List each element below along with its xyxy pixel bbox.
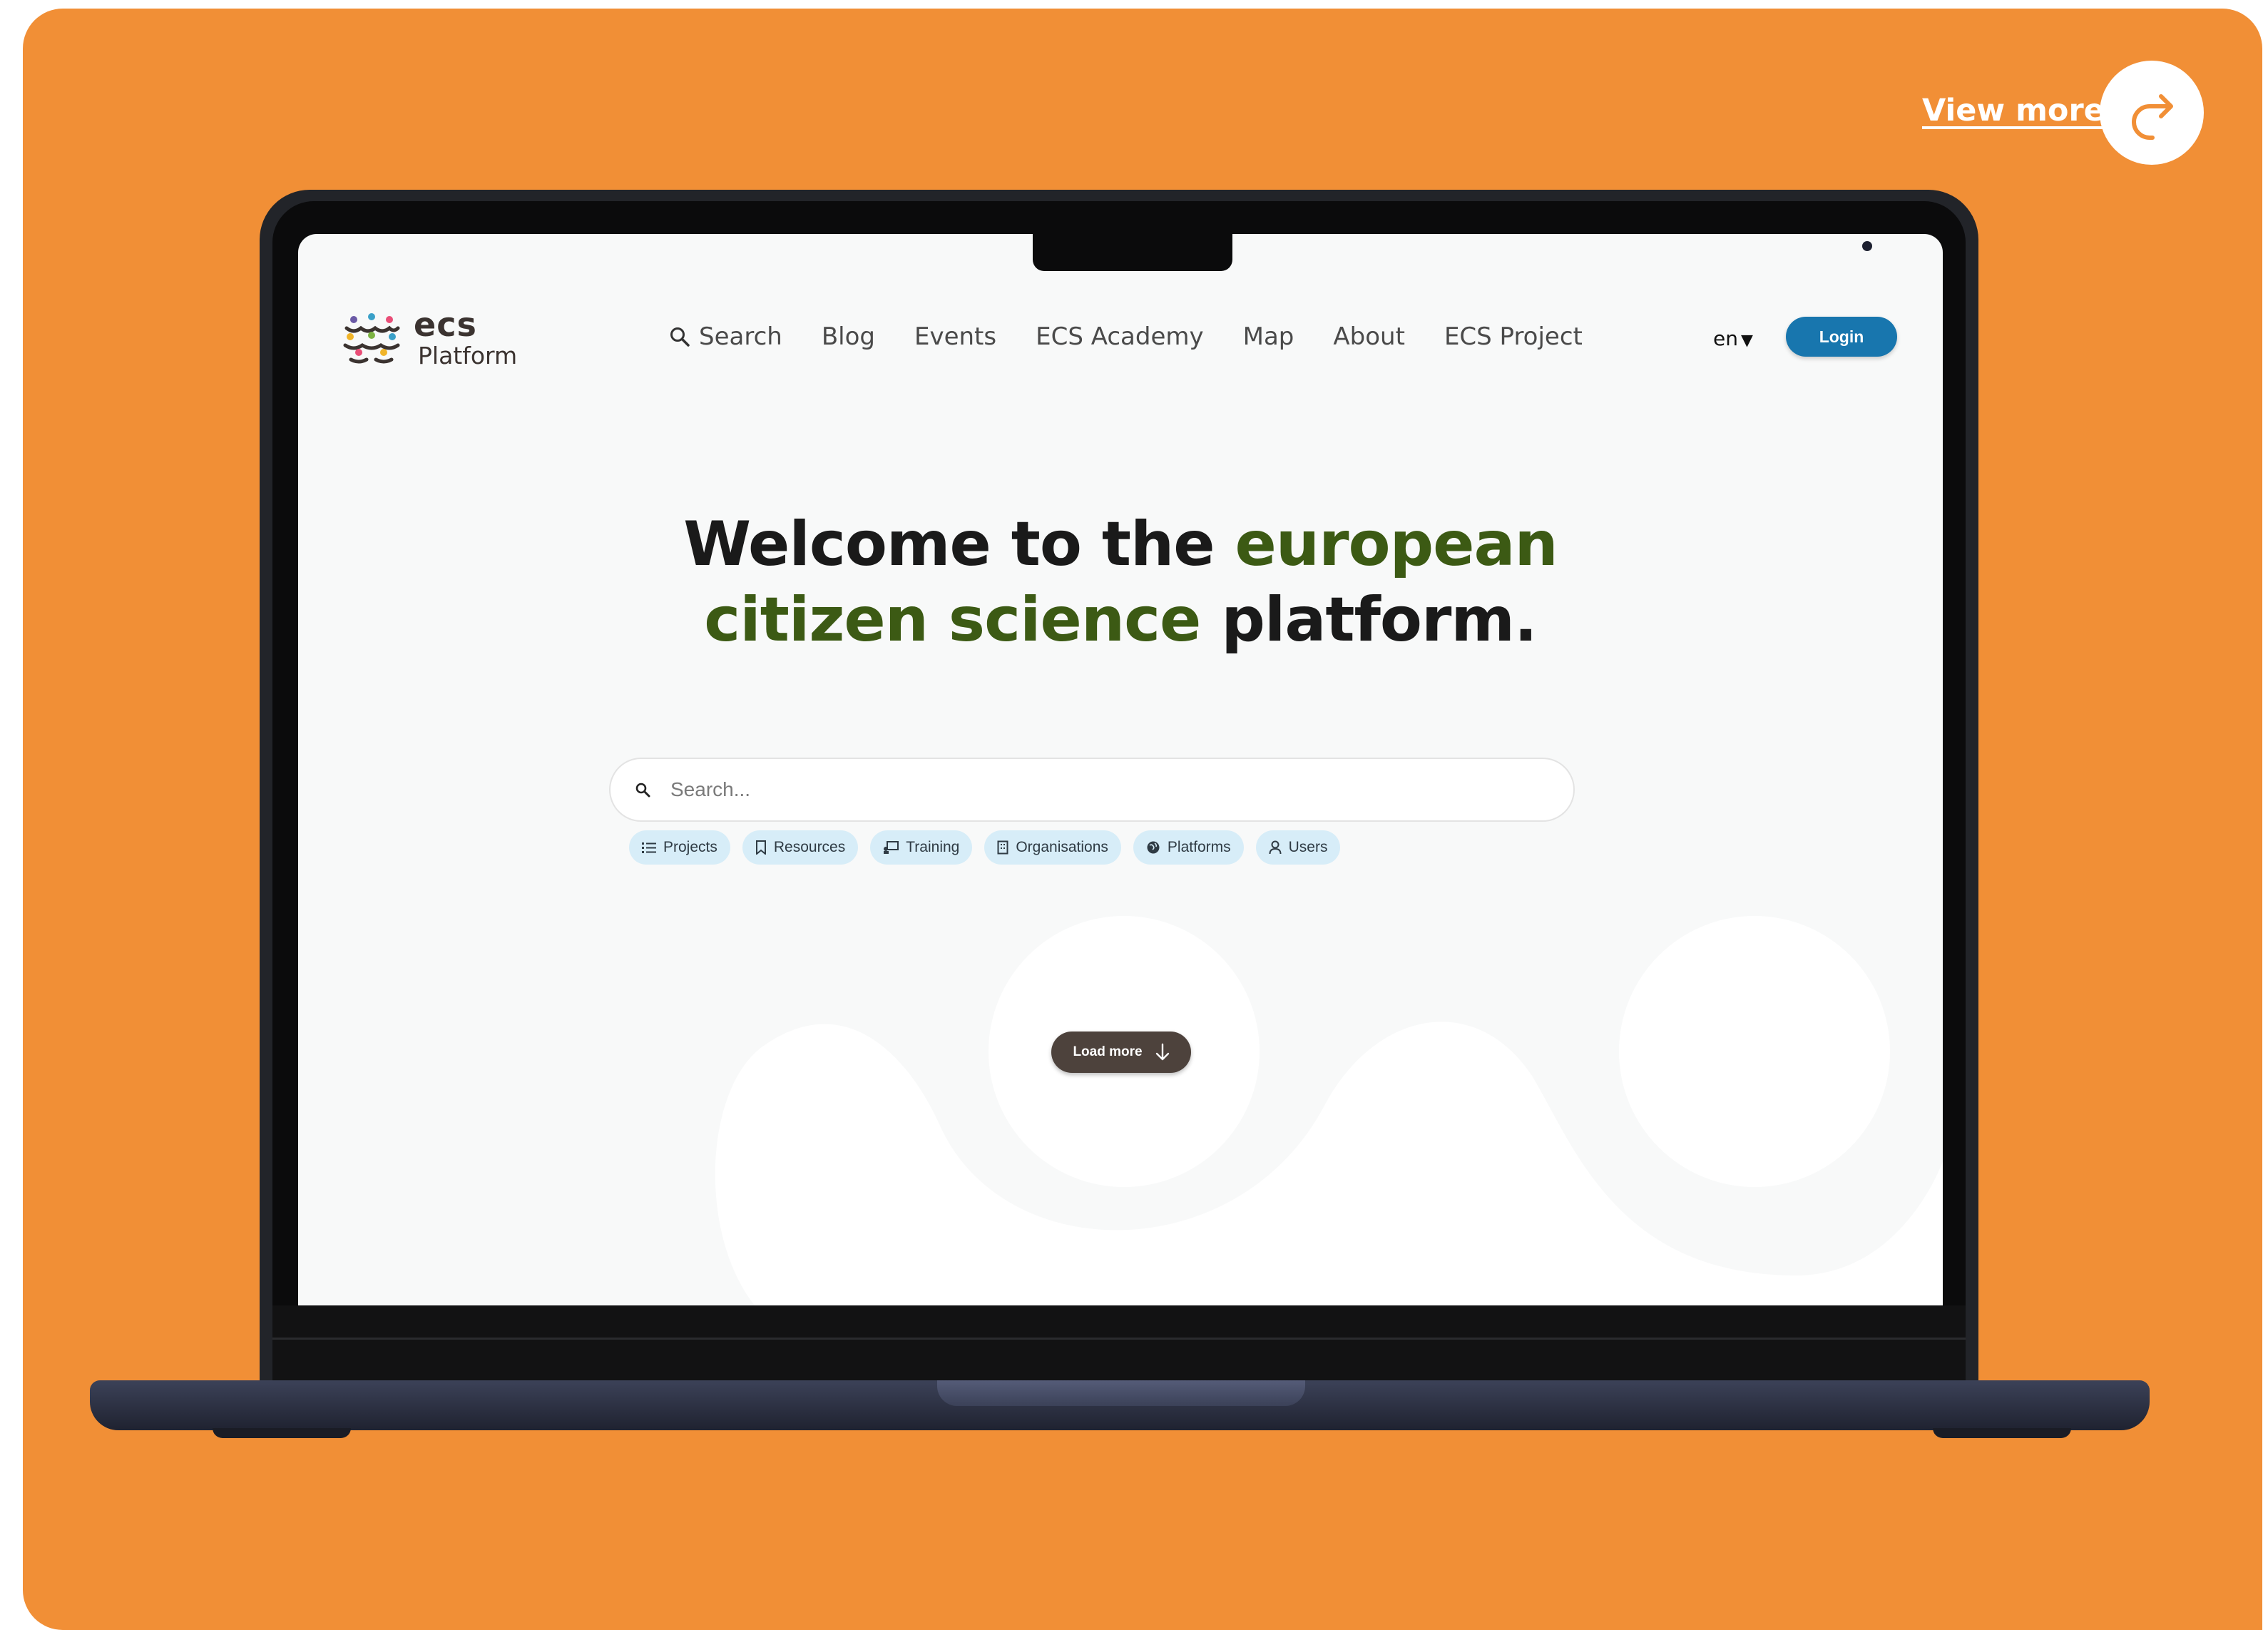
nav-project[interactable]: ECS Project bbox=[1444, 322, 1583, 351]
nav-blog[interactable]: Blog bbox=[822, 322, 875, 351]
camera-icon bbox=[1862, 241, 1872, 251]
load-more-label: Load more bbox=[1073, 1044, 1143, 1059]
chip-users[interactable]: Users bbox=[1255, 830, 1341, 865]
language-value: en bbox=[1713, 327, 1738, 350]
chip-label: Resources bbox=[773, 839, 846, 855]
chip-resources[interactable]: Resources bbox=[742, 830, 859, 865]
load-more-button[interactable]: Load more bbox=[1051, 1032, 1191, 1073]
laptop-screen: ecs Platform Search Blog Events ECS Acad… bbox=[298, 234, 1943, 1305]
chip-training[interactable]: Training bbox=[870, 830, 973, 865]
hero-text-3: citizen science bbox=[704, 584, 1201, 656]
search-icon bbox=[670, 327, 690, 347]
laptop-foot-right bbox=[1933, 1428, 2071, 1438]
logo-name: ecs bbox=[414, 305, 477, 344]
chip-platforms[interactable]: Platforms bbox=[1133, 830, 1244, 865]
ecs-logo[interactable]: ecs Platform bbox=[341, 308, 517, 367]
bookmark-icon bbox=[755, 840, 766, 855]
nav-about[interactable]: About bbox=[1333, 322, 1405, 351]
login-button[interactable]: Login bbox=[1786, 317, 1897, 357]
camera-notch bbox=[1033, 234, 1872, 271]
search-input[interactable] bbox=[669, 778, 1528, 802]
nav-academy[interactable]: ECS Academy bbox=[1036, 322, 1204, 351]
chip-organisations[interactable]: Organisations bbox=[984, 830, 1121, 865]
logo-text: ecs Platform bbox=[414, 308, 517, 367]
caret-down-icon: ▼ bbox=[1740, 332, 1753, 350]
nav-search-label: Search bbox=[699, 322, 782, 351]
view-more-button[interactable] bbox=[2100, 61, 2204, 165]
nav-map[interactable]: Map bbox=[1243, 322, 1294, 351]
search-filter-chips: Projects Resources Training Organisation… bbox=[629, 830, 1341, 865]
hero-text-4: platform. bbox=[1200, 584, 1537, 656]
nav-search[interactable]: Search bbox=[669, 322, 782, 351]
language-selector[interactable]: en ▼ bbox=[1713, 327, 1753, 350]
share-arrow-icon bbox=[2132, 94, 2173, 140]
building-icon bbox=[997, 840, 1008, 855]
main-nav: Search Blog Events ECS Academy Map About… bbox=[669, 322, 1583, 351]
hero-text-1: Welcome to the bbox=[683, 509, 1235, 580]
chip-label: Projects bbox=[663, 839, 717, 855]
chip-label: Platforms bbox=[1167, 839, 1231, 855]
laptop-foot-left bbox=[213, 1428, 351, 1438]
list-icon bbox=[642, 842, 656, 853]
hero-headline: Welcome to the european citizen science … bbox=[298, 506, 1943, 658]
presentation-icon bbox=[884, 841, 899, 854]
search-icon bbox=[635, 783, 650, 798]
laptop-opening-notch bbox=[937, 1380, 1305, 1406]
logo-sub: Platform bbox=[418, 342, 518, 370]
chip-label: Organisations bbox=[1016, 839, 1108, 855]
arrow-down-icon bbox=[1155, 1043, 1169, 1061]
ecs-people-logo-icon bbox=[343, 312, 400, 363]
chip-projects[interactable]: Projects bbox=[629, 830, 730, 865]
hinge-line bbox=[272, 1338, 1966, 1340]
chip-label: Training bbox=[906, 839, 960, 855]
globe-icon bbox=[1147, 841, 1160, 854]
view-more-link[interactable]: View more bbox=[1922, 93, 2105, 128]
nav-events[interactable]: Events bbox=[914, 322, 996, 351]
search-bar[interactable] bbox=[609, 758, 1575, 822]
hero-text-2: european bbox=[1235, 509, 1558, 580]
user-icon bbox=[1269, 840, 1282, 855]
chip-label: Users bbox=[1288, 839, 1328, 855]
